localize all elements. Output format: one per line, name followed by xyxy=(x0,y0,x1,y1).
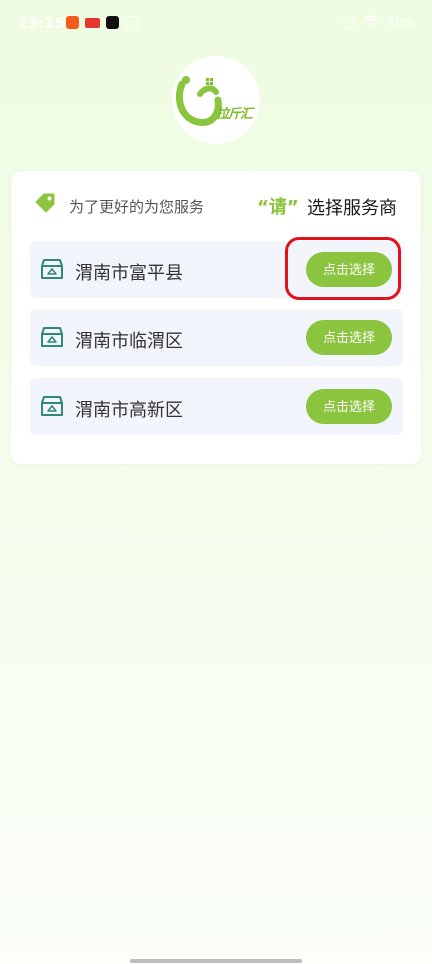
home-indicator[interactable] xyxy=(130,959,302,963)
store-box-icon xyxy=(40,395,64,421)
store-box-icon xyxy=(40,258,64,284)
logo-mark-icon xyxy=(175,76,222,126)
notification-app-icon xyxy=(125,16,138,29)
tiktok-icon xyxy=(106,16,119,29)
tag-icon xyxy=(34,193,56,217)
notification-app-icon xyxy=(85,17,100,28)
status-indicators: 40% xyxy=(343,15,414,30)
provider-option-linwei[interactable]: 渭南市临渭区 点击选择 xyxy=(30,309,403,366)
header-quote-word: “请” xyxy=(257,197,299,218)
select-button-linwei[interactable]: 点击选择 xyxy=(306,320,392,355)
select-button-gaoxin[interactable]: 点击选择 xyxy=(306,389,392,424)
provider-selection-card: 为了更好的为您服务 “请” 选择服务商 渭南市富平县 点击选择 渭南市临渭区 点… xyxy=(11,171,421,464)
status-bar: 13:15 40% xyxy=(0,0,432,50)
alarm-icon xyxy=(343,16,356,29)
header-action-text: 选择服务商 xyxy=(307,198,397,219)
wifi-icon xyxy=(363,15,379,30)
header-intro: 为了更好的为您服务 xyxy=(69,198,205,216)
store-box-icon xyxy=(40,326,64,352)
brand-logo: 拉斤汇 xyxy=(172,56,260,144)
provider-name: 渭南市富平县 xyxy=(75,263,183,284)
highlight-annotation xyxy=(285,237,401,300)
provider-option-gaoxin[interactable]: 渭南市高新区 点击选择 xyxy=(30,378,403,435)
status-app-icons xyxy=(66,16,138,29)
notification-app-icon xyxy=(66,16,79,29)
provider-name: 渭南市临渭区 xyxy=(75,331,183,352)
logo-text: 拉斤汇 xyxy=(216,107,253,122)
status-time: 13:15 xyxy=(18,16,66,32)
battery-level: 40% xyxy=(387,15,414,30)
card-header: 为了更好的为您服务 “请” 选择服务商 xyxy=(11,171,421,241)
provider-name: 渭南市高新区 xyxy=(75,400,183,421)
